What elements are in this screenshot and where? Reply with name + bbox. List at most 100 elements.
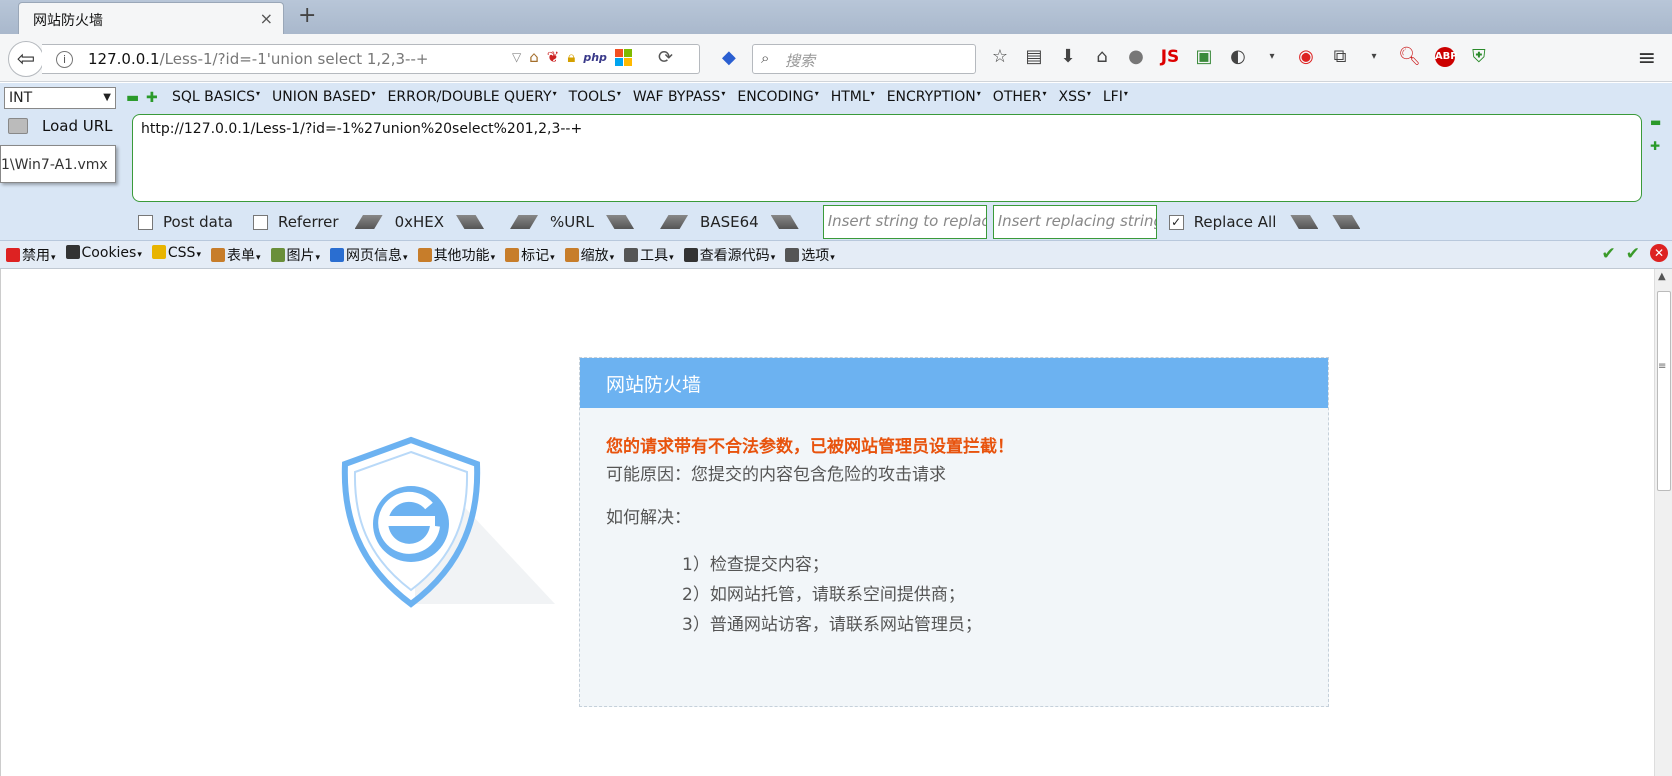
search-input[interactable]: ⌕ 搜索 [752,44,976,74]
menu-tools[interactable]: TOOLS [569,89,621,105]
new-tab-icon[interactable]: + [298,3,316,28]
globe-icon[interactable]: ● [1126,46,1146,67]
replace-from-input[interactable]: Insert string to replac [822,205,987,239]
webdev-item-icon [505,248,520,262]
side-increase-icon[interactable]: ✚ [1650,139,1660,153]
palette-icon[interactable]: ◐ [1228,46,1248,67]
hex-decode-arrow-icon[interactable] [354,215,383,229]
dropdown-arrow-icon[interactable]: ▽ [512,50,521,64]
how-to-fix-title: 如何解决： [606,508,691,528]
home-button-icon[interactable]: ⌂ [1092,46,1112,67]
scroll-thumb[interactable] [1657,291,1671,491]
webdev-menu-item[interactable]: Cookies [65,245,142,265]
menu-sql-basics[interactable]: SQL BASICS [172,89,260,105]
menu-waf-bypass[interactable]: WAF BYPASS [633,89,725,105]
webdev-item-label: 图片 [286,248,315,264]
webdev-menu-item[interactable]: 选项 [785,245,835,265]
pocket-icon[interactable]: ◆ [722,47,736,68]
webdev-item-icon [683,248,698,262]
side-decrease-icon[interactable]: ▬ [1650,115,1661,129]
webdev-menu-item[interactable]: 其他功能 [417,245,496,265]
post-data-label: Post data [163,213,233,231]
url-encode-arrow-icon[interactable] [606,215,635,229]
menu-error-double-query[interactable]: ERROR/DOUBLE QUERY [388,89,557,105]
referrer-checkbox[interactable] [252,214,268,230]
webdev-menu-item[interactable]: CSS [151,245,201,265]
screenshot-icon[interactable]: ⧉ [1330,46,1350,67]
url-decode-arrow-icon[interactable] [510,215,539,229]
js-icon[interactable]: JS [1160,47,1180,67]
dropdown-icon-2[interactable]: ▾ [1364,51,1384,62]
reload-icon[interactable]: ⟳ [658,47,673,68]
windows-icon[interactable] [614,48,632,66]
menu-xss[interactable]: XSS [1058,89,1090,105]
lock-icon[interactable]: 🔒︎ [567,48,575,66]
error-icon[interactable]: ✕ [1650,244,1668,262]
info-icon[interactable]: i [56,51,73,68]
close-tab-icon[interactable]: × [260,9,273,28]
firewall-shield-icon [341,436,555,608]
webdev-menu-item[interactable]: 表单 [210,245,261,265]
type-select-value: INT [9,90,33,106]
type-select[interactable]: INT ▼ [4,87,116,109]
base64-decode-arrow-icon[interactable] [660,215,689,229]
webdev-item-icon [6,248,20,262]
webdev-menu-item[interactable]: 工具 [624,245,674,265]
menu-union-based[interactable]: UNION BASED [272,89,376,105]
adblock-icon[interactable]: ABP [1434,46,1458,67]
browser-tab[interactable]: 网站防火墙 × [18,2,284,34]
url-textarea[interactable]: http://127.0.0.1/Less-1/?id=-1%27union%2… [132,114,1642,202]
shield-extension-icon[interactable]: ⛨ [1469,46,1489,67]
load-url-button[interactable]: Load URL [8,117,113,135]
hex-encode-arrow-icon[interactable] [456,215,485,229]
hamburger-menu-icon[interactable]: ≡ [1638,46,1656,71]
replace-all-checkbox[interactable]: ✓ [1168,214,1184,230]
replace-all-label: Replace All [1193,213,1277,231]
home-icon[interactable]: ⌂ [529,48,539,66]
increase-icon[interactable]: ✚ [146,90,158,106]
menu-encoding[interactable]: ENCODING [737,89,818,105]
replace-to-input[interactable]: Insert replacing string [992,205,1157,239]
reading-list-icon[interactable]: ▤ [1024,46,1044,67]
menu-lfi[interactable]: LFI [1103,89,1128,105]
hackbar-toggle-icon[interactable]: ◉ [1296,46,1316,67]
php-icon[interactable]: php [583,51,607,64]
menu-encryption[interactable]: ENCRYPTION [887,89,981,105]
feather-icon[interactable]: ❦ [547,48,560,66]
replace-next-arrow-icon[interactable] [1332,215,1361,229]
base64-encode-arrow-icon[interactable] [770,215,799,229]
back-button[interactable]: ⇦ [8,41,44,77]
tab-title: 网站防火墙 [33,13,103,29]
vertical-scrollbar[interactable]: ▲ ≡ [1654,269,1672,776]
webdev-item-label: 工具 [640,248,669,264]
referrer-label: Referrer [277,213,339,231]
image-icon[interactable]: ▣ [1194,46,1214,67]
webdev-menu-item[interactable]: 禁用 [6,245,56,265]
webdev-menu-item[interactable]: 标记 [505,245,555,265]
webdev-menu-item[interactable]: 网页信息 [330,245,408,265]
address-bar[interactable]: i 127.0.0.1/Less-1/?id=-1'union select 1… [42,44,700,74]
webdev-menu-item[interactable]: 查看源代码 [683,245,776,265]
webdev-menu-item[interactable]: 缩放 [564,245,615,265]
page-content: 网站防火墙 您的请求带有不合法参数，已被网站管理员设置拦截！ 可能原因：您提交的… [0,269,1654,776]
menu-html[interactable]: HTML [831,89,875,105]
list-item: 2）如网站托管，请联系空间提供商； [682,585,965,605]
webdev-item-icon [564,248,579,262]
post-data-checkbox[interactable] [138,214,153,230]
replace-arrow-icon[interactable] [1290,215,1319,229]
hackbar-menu: SQL BASICS UNION BASED ERROR/DOUBLE QUER… [172,89,1128,105]
menu-other[interactable]: OTHER [993,89,1047,105]
download-icon[interactable]: ⬇ [1058,46,1078,67]
decrease-icon[interactable]: ▬ [126,90,139,106]
zoom-icon[interactable]: 🔍︎ [1398,46,1421,67]
css-valid-check-icon[interactable]: ✔ [1602,244,1616,264]
toolbar-icons: ☆ ▤ ⬇ ⌂ ● JS ▣ ◐ ▾ ◉ ⧉ ▾ 🔍︎ ABP ⛨ [990,46,1489,67]
webdev-menu-item[interactable]: 图片 [270,245,321,265]
hex-label: 0xHEX [394,213,445,231]
base64-label: BASE64 [700,213,759,231]
dropdown-icon[interactable]: ▾ [1262,51,1282,62]
js-valid-check-icon[interactable]: ✔ [1626,244,1640,264]
scroll-up-icon[interactable]: ▲ [1658,271,1666,282]
bookmark-star-icon[interactable]: ☆ [990,46,1010,67]
address-text[interactable]: 127.0.0.1/Less-1/?id=-1'union select 1,2… [88,50,428,68]
